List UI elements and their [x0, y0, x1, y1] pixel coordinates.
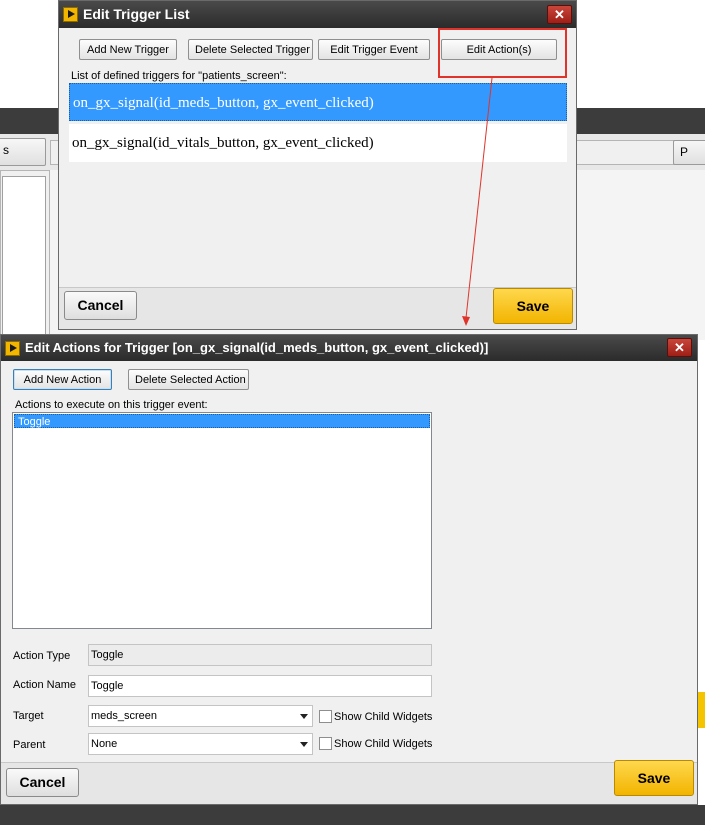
actions-dialog-titlebar[interactable]: Edit Actions for Trigger [on_gx_signal(i… [1, 335, 697, 361]
action-name-label: Action Name [13, 679, 76, 691]
actions-dialog-close-button[interactable]: ✕ [667, 338, 692, 357]
edit-actions-dialog: Edit Actions for Trigger [on_gx_signal(i… [0, 334, 698, 805]
target-select-value: meds_screen [91, 710, 158, 722]
app-logo-icon [5, 341, 20, 356]
delete-selected-action-button[interactable]: Delete Selected Action [128, 369, 249, 390]
parent-select-value: None [91, 738, 118, 750]
target-show-child-widgets-label: Show Child Widgets [334, 711, 433, 723]
chevron-down-icon [300, 714, 308, 719]
add-new-action-button[interactable]: Add New Action [13, 369, 112, 390]
target-show-child-widgets-checkbox[interactable] [319, 710, 332, 723]
action-name-input[interactable]: Toggle [88, 675, 432, 697]
action-type-field: Toggle [88, 644, 432, 666]
actions-list-label: Actions to execute on this trigger event… [15, 399, 208, 411]
target-select[interactable]: meds_screen [88, 705, 313, 727]
action-list-item-selected[interactable]: Toggle [14, 414, 430, 428]
actions-dialog-title: Edit Actions for Trigger [on_gx_signal(i… [25, 340, 489, 355]
parent-show-child-widgets-label: Show Child Widgets [334, 738, 433, 750]
parent-show-child-widgets-checkbox[interactable] [319, 737, 332, 750]
action-type-label: Action Type [13, 650, 71, 662]
parent-select[interactable]: None [88, 733, 313, 755]
actions-dialog-save-button[interactable]: Save [614, 760, 694, 796]
actions-list[interactable]: Toggle [12, 412, 432, 629]
parent-label: Parent [13, 739, 46, 751]
target-label: Target [13, 710, 44, 722]
chevron-down-icon [300, 742, 308, 747]
actions-dialog-footer: Cancel Save [1, 760, 697, 804]
actions-dialog-cancel-button[interactable]: Cancel [6, 768, 79, 797]
